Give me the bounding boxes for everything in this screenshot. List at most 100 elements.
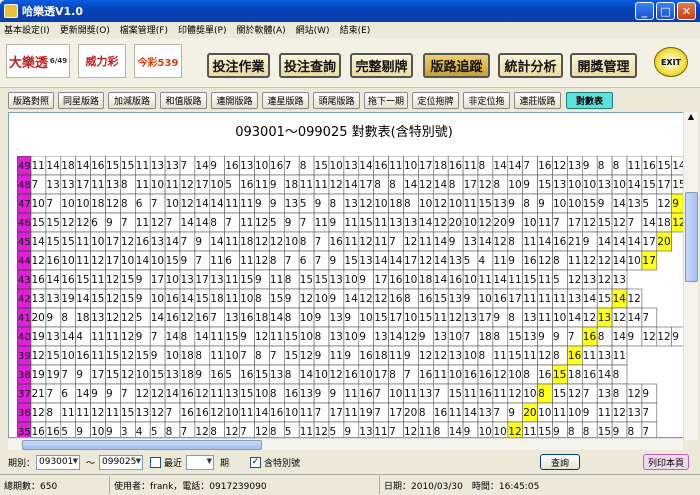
tab-compare[interactable]: 版路對照	[8, 92, 54, 109]
tab-plus-minus[interactable]: 加減版路	[108, 92, 156, 109]
tab-streak[interactable]: 連莊版路	[514, 92, 561, 109]
five39-logo[interactable]: 今彩539	[134, 44, 182, 78]
menu-website[interactable]: 網站(W)	[296, 23, 330, 36]
table-cell-value: 11	[389, 350, 402, 362]
table-cell-value: 8	[523, 198, 530, 210]
table-cell-value: 13	[344, 198, 357, 210]
horizontal-scroll-thumb[interactable]	[22, 440, 262, 450]
from-period-select[interactable]: 093001	[36, 454, 80, 470]
row-header-label: 43	[18, 275, 31, 286]
table-cell-value: 10	[568, 198, 581, 210]
table-cell-value: 8	[613, 388, 620, 400]
maximize-button[interactable]: □	[656, 2, 675, 20]
tab-link-star[interactable]: 連星版路	[262, 92, 309, 109]
tab-head-tail[interactable]: 頭尾版路	[313, 92, 360, 109]
table-cell-value: 5	[300, 198, 307, 210]
exit-button[interactable]: EXIT	[654, 47, 688, 77]
special-checkbox[interactable]: ✓	[250, 457, 261, 468]
table-cell-value: 9	[315, 350, 322, 362]
table-cell-value: 10	[344, 331, 357, 343]
table-cell-value: 16	[166, 293, 180, 305]
tab-sum[interactable]: 和值版路	[160, 92, 207, 109]
tab-next-drag[interactable]: 拖下一期	[364, 92, 408, 109]
to-period-select[interactable]: 099025	[99, 454, 143, 470]
full-filter-button[interactable]: 完整剔牌	[350, 53, 413, 78]
power-logo[interactable]: 威力彩	[78, 44, 126, 78]
close-button[interactable]: ✕	[677, 2, 696, 20]
table-cell-value: 12	[255, 236, 268, 248]
table-cell-value: 12	[449, 312, 462, 324]
menu-exit[interactable]: 結束(E)	[340, 23, 371, 36]
table-cell-value: 15	[106, 350, 119, 362]
menu-about[interactable]: 關於軟體(A)	[236, 23, 285, 36]
table-cell-value: 11	[32, 160, 45, 172]
table-cell-value: 9	[315, 198, 322, 210]
tab-same-star[interactable]: 同星版路	[58, 92, 104, 109]
table-cell-value: 7	[315, 407, 322, 419]
bet-button[interactable]: 投注作業	[207, 53, 270, 78]
table-cell-value: 10	[538, 407, 551, 419]
bet-query-button[interactable]: 投注查詢	[279, 53, 341, 78]
vertical-scroll-thumb[interactable]	[685, 192, 698, 282]
table-cell-value: 9	[359, 274, 366, 286]
track-button[interactable]: 版路追蹤	[423, 53, 490, 78]
table-cell-value: 9	[240, 331, 247, 343]
table-cell-value: 13	[553, 179, 566, 191]
table-cell-value: 8	[508, 312, 515, 324]
table-cell-value: 12	[330, 179, 343, 191]
tab-position-drag[interactable]: 定位拖牌	[412, 92, 459, 109]
table-cell-value: 21	[32, 388, 45, 400]
table-cell-value: 9	[613, 426, 620, 438]
tab-consecutive[interactable]: 連開版路	[211, 92, 258, 109]
menu-files[interactable]: 檔案管理(F)	[120, 23, 168, 36]
vertical-scrollbar[interactable]: ▲	[683, 112, 698, 440]
recent-count-select[interactable]	[186, 454, 214, 470]
table-cell-value: 11	[523, 293, 536, 305]
menu-print[interactable]: 印體獎單(P)	[178, 23, 226, 36]
table-cell-value: 14	[613, 331, 627, 343]
table-cell-value: 10	[374, 198, 387, 210]
table-cell-value: 11	[315, 179, 328, 191]
table-cell-value: 9	[508, 198, 515, 210]
table-cell-value: 15	[359, 217, 372, 229]
scroll-up-icon[interactable]: ▲	[684, 112, 698, 126]
menu-update[interactable]: 更新開獎(O)	[60, 23, 110, 36]
table-cell-value: 7	[151, 331, 158, 343]
table-cell-value: 9	[359, 331, 366, 343]
table-cell-value: 13	[330, 331, 343, 343]
draw-mgmt-button[interactable]: 開獎管理	[570, 53, 637, 78]
table-cell-value: 8	[493, 179, 500, 191]
table-cell-value: 17	[195, 274, 208, 286]
table-cell-value: 16	[32, 274, 46, 286]
minimize-button[interactable]: _	[635, 2, 654, 20]
table-cell-value: 17	[568, 217, 581, 229]
table-cell-value: 11	[91, 179, 104, 191]
table-cell-value: 13	[523, 312, 536, 324]
table-cell-value: 4	[76, 331, 83, 343]
table-cell-value: 10	[166, 350, 179, 362]
table-cell-value: 15	[479, 198, 492, 210]
table-cell-value: 10	[121, 255, 134, 267]
table-cell-value: 11	[255, 179, 268, 191]
stats-button[interactable]: 統計分析	[498, 53, 563, 78]
table-cell-value: 12	[508, 426, 521, 438]
table-cell-value: 15	[553, 369, 566, 381]
table-cell-value: 11	[344, 388, 357, 400]
table-cell-value: 20	[523, 407, 536, 419]
table-cell-value: 7	[225, 217, 232, 229]
table-cell-value: 10	[76, 198, 89, 210]
recent-checkbox[interactable]	[150, 457, 161, 468]
table-cell-value: 16	[538, 160, 552, 172]
tab-pair-table[interactable]: 對數表	[566, 92, 613, 109]
table-cell-value: 8	[46, 407, 53, 419]
print-page-button[interactable]: 列印本頁	[643, 454, 689, 470]
menu-settings[interactable]: 基本設定(I)	[4, 23, 50, 36]
table-cell-value: 19	[32, 331, 45, 343]
tab-non-position-drag[interactable]: 非定位拖	[463, 92, 510, 109]
horizontal-scrollbar[interactable]	[8, 438, 683, 450]
lotto-logo[interactable]: 大樂透 6/49	[6, 44, 70, 78]
query-button[interactable]: 查詢	[540, 454, 580, 470]
tilde-label: ～	[86, 458, 96, 469]
table-cell-value: 13	[598, 179, 611, 191]
table-cell-value: 12	[613, 312, 626, 324]
